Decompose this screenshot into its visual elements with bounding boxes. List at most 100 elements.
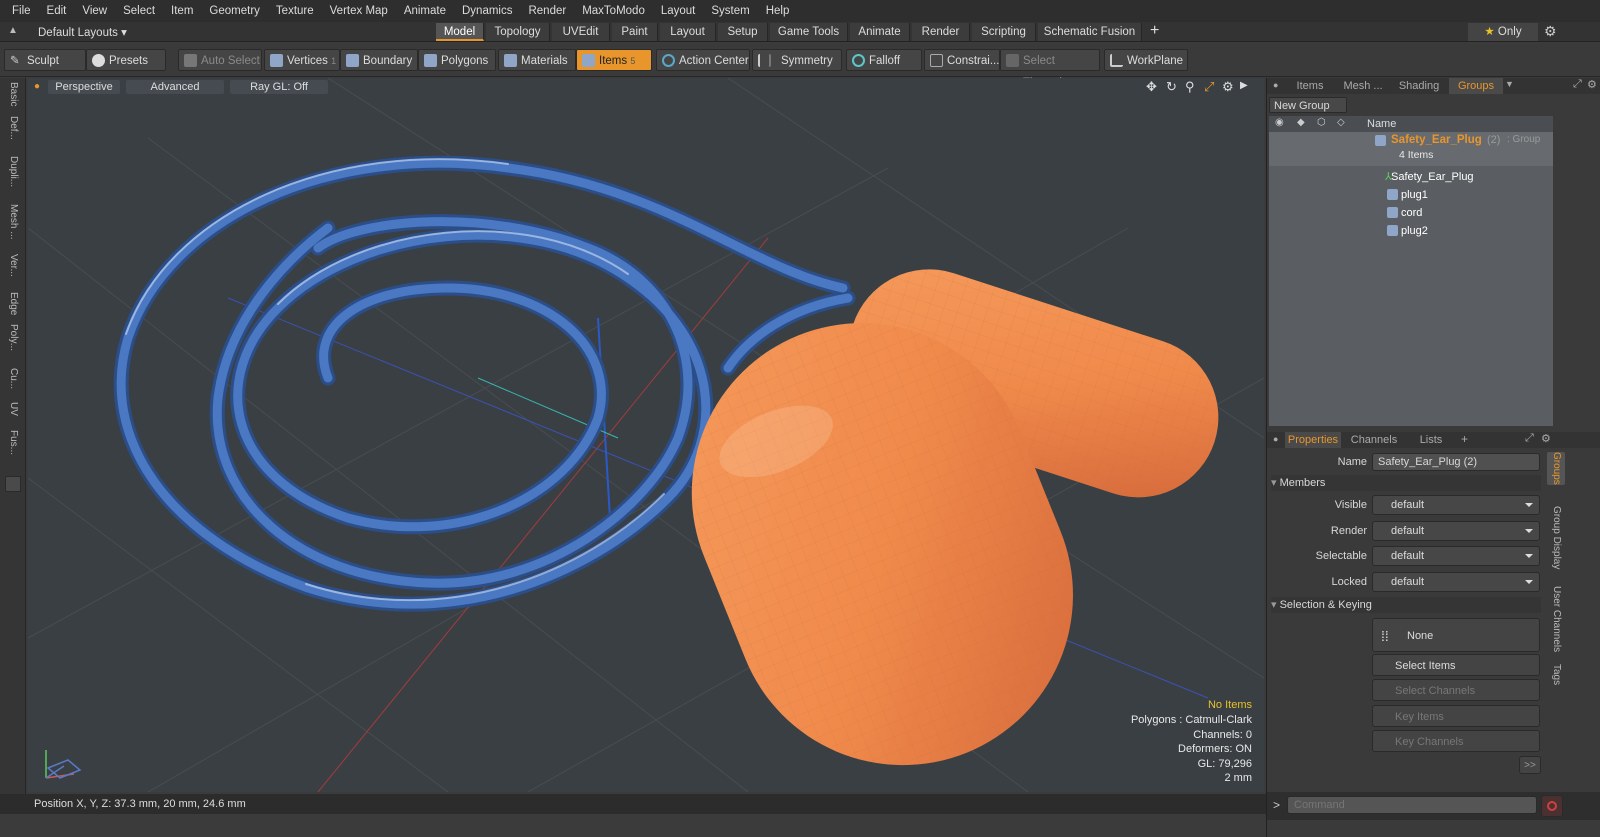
props-expand-icon[interactable]: ⤢ — [1525, 432, 1534, 445]
left-tab-vertex[interactable]: Ver... — [4, 254, 22, 277]
menu-geometry[interactable]: Geometry — [201, 0, 268, 22]
side-tab-tags[interactable]: Tags — [1547, 664, 1565, 685]
select-icon[interactable]: ◇ — [1337, 117, 1345, 128]
polygons-button[interactable]: Polygons — [418, 49, 496, 71]
materials-button[interactable]: Materials — [498, 49, 576, 71]
selectable-dropdown[interactable]: default — [1372, 546, 1540, 566]
gear-icon[interactable]: ⚙ — [1544, 23, 1557, 40]
action-center-button[interactable]: Action Center — [656, 49, 750, 71]
tab-items[interactable]: Items — [1287, 78, 1333, 94]
left-tab-mesh[interactable]: Mesh ... — [4, 204, 22, 240]
new-group-button[interactable]: New Group — [1269, 97, 1347, 113]
tab-groups[interactable]: Groups — [1449, 78, 1503, 94]
menu-view[interactable]: View — [74, 0, 115, 22]
tab-setup[interactable]: Setup — [718, 23, 768, 41]
menu-system[interactable]: System — [703, 0, 757, 22]
menu-maxtomodo[interactable]: MaxToModo — [574, 0, 653, 22]
menu-texture[interactable]: Texture — [268, 0, 322, 22]
tab-lists[interactable]: Lists — [1407, 432, 1455, 448]
fit-icon[interactable]: ⤢ — [1204, 79, 1214, 95]
name-field[interactable]: Safety_Ear_Plug (2) — [1372, 453, 1540, 471]
command-input[interactable] — [1287, 796, 1537, 814]
presets-button[interactable]: Presets — [86, 49, 166, 71]
left-tab-edge[interactable]: Edge — [4, 292, 22, 315]
boundary-button[interactable]: Boundary — [340, 49, 418, 71]
pan-icon[interactable]: ✥ — [1146, 79, 1157, 95]
menu-render[interactable]: Render — [520, 0, 574, 22]
items-button[interactable]: Items 5 — [576, 49, 652, 71]
select-through-button[interactable]: Select Through — [1000, 49, 1100, 89]
tab-layout[interactable]: Layout — [660, 23, 716, 41]
menu-vertex-map[interactable]: Vertex Map — [322, 0, 396, 22]
locked-dropdown[interactable]: default — [1372, 572, 1540, 592]
tab-properties[interactable]: Properties — [1285, 432, 1341, 448]
more-button[interactable]: >> — [1519, 756, 1541, 774]
auto-select-button[interactable]: Auto Select — [178, 49, 262, 71]
tab-shading[interactable]: Shading — [1391, 78, 1447, 94]
menu-edit[interactable]: Edit — [39, 0, 75, 22]
expand-icon[interactable]: ⤢ — [1573, 78, 1582, 91]
record-button[interactable] — [1541, 795, 1563, 817]
only-toggle[interactable]: ★ Only — [1468, 23, 1538, 41]
perspective-button[interactable]: Perspective — [48, 80, 120, 94]
menu-file[interactable]: File — [4, 0, 39, 22]
tab-schematic-fusion[interactable]: Schematic Fusion — [1038, 23, 1142, 41]
key-items-button[interactable]: Key Items — [1372, 705, 1540, 727]
symmetry-button[interactable]: Symmetry — [752, 49, 842, 71]
eye-icon[interactable]: ◉ — [1275, 117, 1284, 128]
tab-dropdown-icon[interactable]: ▼ — [1505, 79, 1514, 89]
left-tab-uv[interactable]: UV — [4, 402, 22, 416]
tab-scripting[interactable]: Scripting — [972, 23, 1036, 41]
menu-help[interactable]: Help — [758, 0, 798, 22]
tab-game-tools[interactable]: Game Tools — [770, 23, 848, 41]
left-tab-curve[interactable]: Cu... — [4, 368, 22, 389]
layouts-dropdown[interactable]: Default Layouts ▾ — [38, 25, 127, 39]
left-tab-deform[interactable]: Def... — [4, 116, 22, 140]
list-item[interactable]: plug2 — [1269, 222, 1553, 240]
left-tab-fusion[interactable]: Fus... — [4, 430, 22, 455]
constraints-button[interactable]: Constrai... — [924, 49, 1000, 71]
members-section[interactable]: ▾ Members — [1271, 475, 1541, 491]
left-tab-basic[interactable]: Basic — [4, 82, 22, 106]
tab-mesh[interactable]: Mesh ... — [1337, 78, 1389, 94]
props-gear-icon[interactable]: ⚙ — [1541, 432, 1551, 445]
tab-paint[interactable]: Paint — [612, 23, 658, 41]
select-channels-button[interactable]: Select Channels — [1372, 679, 1540, 701]
sculpt-button[interactable]: ✎ Sculpt — [4, 49, 86, 71]
add-tab-icon[interactable]: + — [1150, 22, 1159, 40]
list-item[interactable]: plug1 — [1269, 186, 1553, 204]
list-item[interactable]: cord — [1269, 204, 1553, 222]
tab-render[interactable]: Render — [912, 23, 970, 41]
tab-uvedit[interactable]: UVEdit — [552, 23, 610, 41]
menu-select[interactable]: Select — [115, 0, 163, 22]
list-item[interactable]: ⅄ Safety_Ear_Plug — [1269, 168, 1553, 186]
rotate-icon[interactable]: ↻ — [1166, 79, 1177, 95]
viewport-gear-icon[interactable]: ⚙ — [1222, 79, 1234, 95]
viewport-arrow-icon[interactable]: ▶ — [1240, 80, 1248, 91]
menu-dynamics[interactable]: Dynamics — [454, 0, 520, 22]
add-tab-icon[interactable]: + — [1461, 432, 1468, 446]
lock-icon[interactable]: ⬡ — [1317, 117, 1326, 128]
tab-channels[interactable]: Channels — [1345, 432, 1403, 448]
falloff-button[interactable]: Falloff — [846, 49, 922, 71]
side-tab-groups[interactable]: Groups — [1547, 452, 1565, 485]
menu-layout[interactable]: Layout — [653, 0, 704, 22]
visible-dropdown[interactable]: default — [1372, 495, 1540, 515]
panel-gear-icon[interactable]: ⚙ — [1587, 78, 1597, 91]
group-row[interactable]: Safety_Ear_Plug (2) : Group 4 Items — [1269, 132, 1553, 166]
key-channels-button[interactable]: Key Channels — [1372, 730, 1540, 752]
selection-keying-section[interactable]: ▾ Selection & Keying — [1271, 597, 1541, 613]
zoom-icon[interactable]: ⚲ — [1185, 79, 1195, 95]
side-tab-user-channels[interactable]: User Channels — [1547, 586, 1565, 652]
raygl-button[interactable]: Ray GL: Off — [230, 80, 328, 94]
workplane-button[interactable]: WorkPlane — [1104, 49, 1188, 71]
layout-collapse-icon[interactable]: ▲ — [8, 25, 18, 36]
tab-animate[interactable]: Animate — [850, 23, 910, 41]
menu-item[interactable]: Item — [163, 0, 201, 22]
menu-animate[interactable]: Animate — [396, 0, 454, 22]
tab-topology[interactable]: Topology — [486, 23, 550, 41]
render-icon[interactable]: ◆ — [1297, 117, 1305, 128]
advanced-button[interactable]: Advanced — [126, 80, 224, 94]
side-tab-group-display[interactable]: Group Display — [1547, 506, 1565, 569]
viewport-3d[interactable]: ● Perspective Advanced Ray GL: Off ✥ ↻ ⚲… — [28, 78, 1264, 792]
